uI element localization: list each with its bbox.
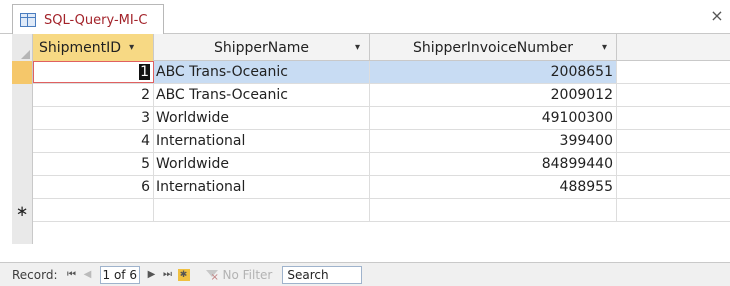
row-selector[interactable] bbox=[12, 107, 33, 130]
cell-invoice[interactable]: 84899440 bbox=[370, 153, 617, 175]
current-record-field[interactable]: 1 of 6 bbox=[99, 265, 140, 284]
new-record-row[interactable]: ∗ bbox=[12, 199, 730, 222]
cell-shippername[interactable]: International bbox=[154, 176, 370, 198]
cell-shipmentid[interactable]: 3 bbox=[33, 107, 154, 129]
cell-shippername[interactable]: Worldwide bbox=[154, 153, 370, 175]
previous-record-icon[interactable]: ◀ bbox=[82, 269, 94, 280]
column-header-label: ShipperInvoiceNumber bbox=[412, 39, 574, 56]
next-record-icon[interactable]: ▶ bbox=[146, 269, 158, 280]
row-selector-empty bbox=[12, 222, 33, 244]
cell-shipmentid[interactable]: 5 bbox=[33, 153, 154, 175]
cell-shipmentid[interactable]: 1 bbox=[33, 61, 154, 83]
row-selector[interactable] bbox=[12, 153, 33, 176]
column-header-label: ShipperName bbox=[213, 39, 310, 56]
query-tab[interactable]: SQL-Query-MI-C bbox=[12, 4, 164, 35]
cell-invoice[interactable]: 49100300 bbox=[370, 107, 617, 129]
table-row[interactable]: 4 International 399400 bbox=[12, 130, 730, 153]
column-header-shippername[interactable]: ShipperName ▾ bbox=[154, 34, 370, 61]
row-selector[interactable] bbox=[12, 84, 33, 107]
cell-invoice[interactable]: 399400 bbox=[370, 130, 617, 152]
tab-title: SQL-Query-MI-C bbox=[44, 12, 148, 28]
first-record-icon[interactable]: ⏮ bbox=[66, 269, 78, 280]
cell-shippername[interactable]: ABC Trans-Oceanic bbox=[154, 61, 370, 83]
table-row[interactable]: 6 International 488955 bbox=[12, 176, 730, 199]
cell-shipmentid[interactable]: 2 bbox=[33, 84, 154, 106]
cell-shippername[interactable]: Worldwide bbox=[154, 107, 370, 129]
filter-toggle-button[interactable]: No Filter bbox=[205, 267, 273, 283]
cell-invoice[interactable]: 488955 bbox=[370, 176, 617, 198]
record-navigation-bar: Record: ⏮ ◀ 1 of 6 ▶ ⏭ ✱ No Filter Searc… bbox=[0, 262, 730, 286]
cell-invoice[interactable]: 2009012 bbox=[370, 84, 617, 106]
cell-value: 1 bbox=[139, 64, 150, 80]
table-row[interactable]: 5 Worldwide 84899440 bbox=[12, 153, 730, 176]
cell-shippername[interactable]: International bbox=[154, 130, 370, 152]
cell-shipmentid[interactable]: 6 bbox=[33, 176, 154, 198]
cell-invoice[interactable] bbox=[370, 199, 617, 221]
column-header-shipmentid[interactable]: ShipmentID ▾ bbox=[33, 34, 154, 61]
sort-dropdown-icon[interactable]: ▾ bbox=[602, 42, 607, 53]
table-row[interactable]: 3 Worldwide 49100300 bbox=[12, 107, 730, 130]
empty-area bbox=[12, 222, 730, 244]
cell-invoice[interactable]: 2008651 bbox=[370, 61, 617, 83]
last-record-icon[interactable]: ⏭ bbox=[162, 269, 174, 280]
cell-shippername[interactable] bbox=[154, 199, 370, 221]
row-selector[interactable] bbox=[12, 176, 33, 199]
sort-dropdown-icon[interactable]: ▾ bbox=[355, 42, 360, 53]
new-record-icon[interactable]: ∗ bbox=[12, 199, 33, 222]
column-header-label: ShipmentID bbox=[39, 39, 122, 56]
filter-label: No Filter bbox=[222, 267, 273, 282]
filter-icon bbox=[205, 269, 219, 283]
query-datasheet-icon bbox=[20, 13, 36, 27]
select-all-corner[interactable] bbox=[12, 34, 33, 61]
close-icon[interactable]: × bbox=[710, 8, 724, 24]
header-row: ShipmentID ▾ ShipperName ▾ ShipperInvoic… bbox=[12, 34, 730, 61]
record-label: Record: bbox=[12, 267, 58, 282]
row-selector[interactable] bbox=[12, 130, 33, 153]
table-row[interactable]: 2 ABC Trans-Oceanic 2009012 bbox=[12, 84, 730, 107]
search-input[interactable]: Search bbox=[282, 265, 363, 284]
row-selector[interactable] bbox=[12, 61, 33, 84]
column-header-shipperinvoicenumber[interactable]: ShipperInvoiceNumber ▾ bbox=[370, 34, 617, 61]
cell-shipmentid[interactable]: 4 bbox=[33, 130, 154, 152]
document-tab-bar: SQL-Query-MI-C × bbox=[0, 0, 730, 35]
table-row[interactable]: 1 ABC Trans-Oceanic 2008651 bbox=[12, 61, 730, 84]
sort-dropdown-icon[interactable]: ▾ bbox=[129, 42, 134, 53]
datasheet-grid: ShipmentID ▾ ShipperName ▾ ShipperInvoic… bbox=[12, 34, 730, 244]
new-record-nav-icon[interactable]: ✱ bbox=[177, 268, 190, 281]
cell-shippername[interactable]: ABC Trans-Oceanic bbox=[154, 84, 370, 106]
cell-shipmentid[interactable] bbox=[33, 199, 154, 221]
